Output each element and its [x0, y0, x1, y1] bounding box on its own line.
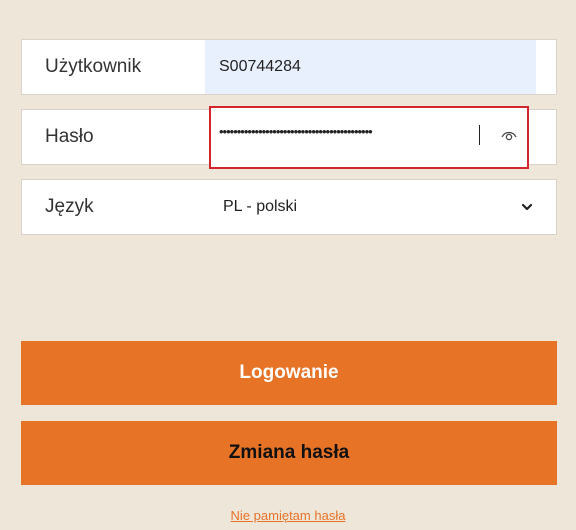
username-value: S00744284	[219, 58, 301, 75]
login-panel: Użytkownik S00744284 Hasło •••••••••••••…	[0, 0, 576, 530]
chevron-down-icon[interactable]	[520, 200, 534, 214]
username-label: Użytkownik	[45, 56, 142, 77]
language-value: PL - polski	[223, 198, 298, 215]
password-input[interactable]: ••••••••••••••••••••••••••••••••••••••••…	[209, 106, 529, 169]
login-button[interactable]: Logowanie	[21, 341, 557, 405]
text-caret	[479, 125, 480, 145]
eye-icon[interactable]	[501, 128, 517, 142]
password-row: Hasło ••••••••••••••••••••••••••••••••••…	[21, 106, 557, 169]
password-masked-value: ••••••••••••••••••••••••••••••••••••••••…	[219, 124, 373, 139]
password-label: Hasło	[45, 126, 94, 147]
language-select[interactable]: Język PL - polski	[21, 179, 557, 235]
change-password-button[interactable]: Zmiana hasła	[21, 421, 557, 485]
language-label: Język	[45, 196, 94, 217]
username-input[interactable]: S00744284	[205, 40, 536, 94]
username-row: Użytkownik S00744284	[21, 39, 557, 95]
forgot-password-link[interactable]: Nie pamiętam hasła	[0, 508, 576, 523]
